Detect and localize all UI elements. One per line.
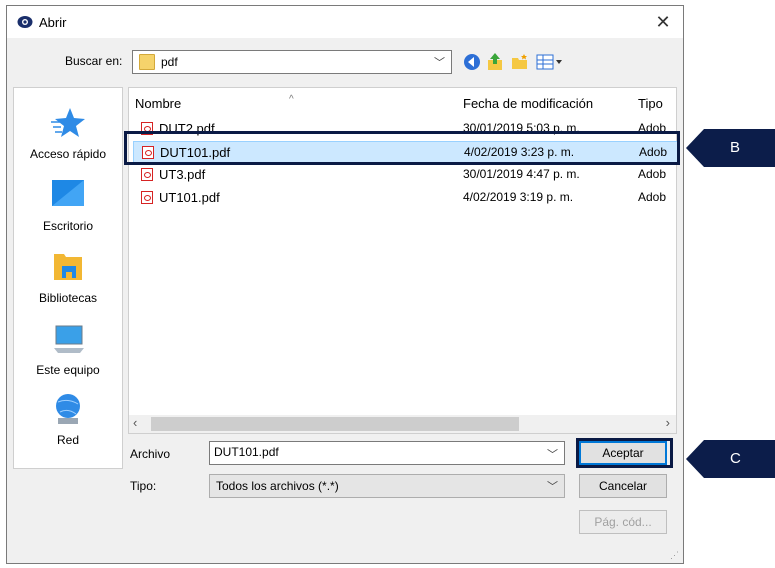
- horizontal-scrollbar[interactable]: ‹ ›: [129, 415, 676, 433]
- place-label: Acceso rápido: [29, 147, 107, 161]
- scroll-thumb[interactable]: [151, 417, 519, 431]
- place-quick-access[interactable]: Acceso rápido: [14, 102, 122, 161]
- callout-b: B: [686, 129, 775, 167]
- place-label: Red: [56, 433, 79, 447]
- dialog-title: Abrir: [39, 15, 67, 30]
- place-label: Escritorio: [42, 219, 93, 233]
- highlight-box-c: [576, 438, 673, 468]
- filetype-label: Tipo:: [130, 479, 157, 493]
- place-this-pc[interactable]: Este equipo: [14, 318, 122, 377]
- title-bar: Abrir ✕: [7, 6, 683, 38]
- network-icon: [56, 394, 80, 424]
- library-icon: [54, 254, 82, 280]
- view-menu-icon[interactable]: [535, 52, 565, 72]
- star-icon: [51, 108, 85, 137]
- pdf-icon: [141, 191, 153, 204]
- computer-icon: [54, 325, 84, 353]
- file-row[interactable]: UT3.pdf 30/01/2019 4:47 p. m. Adob: [133, 164, 678, 186]
- place-libraries[interactable]: Bibliotecas: [14, 246, 122, 305]
- eye-icon: [17, 16, 33, 28]
- lookin-label: Buscar en:: [65, 54, 123, 68]
- place-label: Bibliotecas: [38, 291, 98, 305]
- file-date: 30/01/2019 4:47 p. m.: [463, 167, 580, 181]
- file-type: Adob: [638, 167, 667, 181]
- folder-icon: [139, 54, 155, 70]
- chevron-down-icon: ﹀: [434, 57, 445, 69]
- filename-input[interactable]: [214, 445, 514, 459]
- codepage-button[interactable]: Pág. cód...: [579, 510, 667, 534]
- scroll-left-icon[interactable]: ‹: [133, 415, 137, 430]
- file-date: 4/02/2019 3:19 p. m.: [463, 190, 574, 204]
- filetype-value: Todos los archivos (*.*): [216, 479, 339, 493]
- filename-field[interactable]: ﹀: [209, 441, 565, 465]
- back-icon[interactable]: [462, 52, 482, 72]
- column-header-date[interactable]: Fecha de modificación: [463, 96, 593, 111]
- desktop-icon: [52, 180, 84, 206]
- highlight-box-b: [124, 131, 680, 165]
- callout-c-label: C: [730, 450, 741, 467]
- column-name-label: Nombre: [135, 96, 182, 111]
- file-row[interactable]: UT101.pdf 4/02/2019 3:19 p. m. Adob: [133, 187, 678, 209]
- callout-c: C: [686, 440, 775, 478]
- close-icon[interactable]: ✕: [643, 6, 683, 38]
- up-folder-icon[interactable]: [485, 52, 505, 72]
- lookin-dropdown[interactable]: pdf ﹀: [132, 50, 452, 74]
- filetype-dropdown[interactable]: Todos los archivos (*.*) ﹀: [209, 474, 565, 498]
- lookin-value: pdf: [161, 55, 178, 69]
- filename-label: Archivo: [130, 447, 171, 461]
- place-desktop[interactable]: Escritorio: [14, 174, 122, 233]
- pdf-icon: [141, 168, 153, 181]
- file-name: UT3.pdf: [159, 167, 206, 182]
- callout-b-label: B: [730, 139, 741, 156]
- chevron-down-icon[interactable]: ﹀: [547, 446, 558, 462]
- place-label: Este equipo: [36, 363, 100, 377]
- file-type: Adob: [638, 190, 667, 204]
- place-network[interactable]: Red: [14, 388, 122, 447]
- column-header-name[interactable]: Nombre ^: [135, 94, 294, 111]
- places-bar: Acceso rápido Escritorio Bibliotecas Est…: [13, 87, 123, 469]
- new-folder-icon[interactable]: [510, 52, 530, 72]
- scroll-right-icon[interactable]: ›: [666, 415, 670, 430]
- cancel-button[interactable]: Cancelar: [579, 474, 667, 498]
- file-name: UT101.pdf: [159, 190, 220, 205]
- open-dialog: Abrir ✕ Buscar en: pdf ﹀ Acceso rápido E…: [6, 5, 684, 564]
- column-header-type[interactable]: Tipo: [638, 96, 663, 111]
- sort-caret-icon: ^: [289, 94, 294, 105]
- resize-grip-icon[interactable]: ⋰: [670, 550, 680, 560]
- chevron-down-icon: ﹀: [547, 481, 558, 493]
